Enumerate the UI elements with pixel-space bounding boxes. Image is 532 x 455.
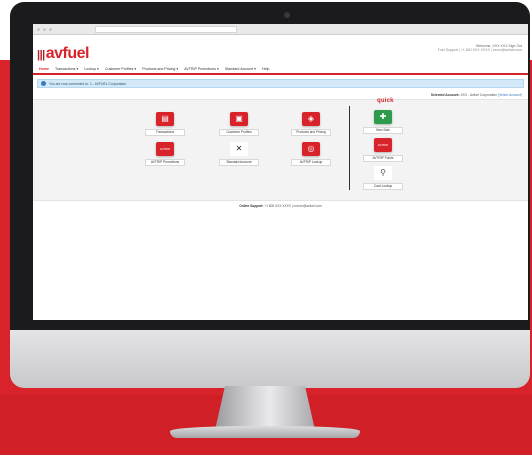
selected-account: Selected Account: XXX - Avfuel Corporati… [33,88,528,97]
nav-item-products-pricing[interactable]: Products and Pricing ▾ [142,67,178,71]
avtrip-icon: AVTRIP [156,142,174,156]
nav-item-customer-profiles[interactable]: Customer Profiles ▾ [105,67,136,71]
logo-text: avfuel [45,45,90,62]
quick-panel-title: quick [377,98,394,104]
card-lookup-icon: ⚲ [374,166,392,180]
tile-label: New Sale [363,127,403,134]
quick-divider [349,106,350,190]
header-account-info: Welcome, XXX XXX Sign Out Fuel Support |… [438,44,522,52]
main-nav: Home Transactions ▾ Lookup ▾ Customer Pr… [33,65,528,75]
avtrip-lookup-icon: ◎ [302,142,320,156]
selected-account-label: Selected Account: [430,93,460,97]
nav-item-standard-account[interactable]: Standard Account ▾ [225,67,256,71]
footer-label: Online Support: [239,204,264,208]
close-window-icon[interactable] [37,27,40,31]
address-bar[interactable] [95,25,237,33]
tile-label: AVTRIP Points [363,155,403,162]
nav-item-transactions[interactable]: Transactions ▾ [55,67,78,71]
tile-label: AVTRIP Lookup [291,159,331,166]
tile-transactions[interactable]: ▤ Transactions [145,112,185,136]
nav-item-home[interactable]: Home [39,67,49,71]
tile-label: Standard Account [219,159,259,166]
tile-label: Card Lookup [363,183,403,190]
info-icon [41,81,46,86]
avtrip-points-icon: AVTRIP [374,138,392,152]
maximize-window-icon[interactable] [49,27,52,31]
new-sale-icon: ✚ [374,110,392,124]
select-account-link[interactable]: (Select Account) [498,93,522,97]
tile-label: Customer Profiles [219,129,259,136]
tile-standard-account[interactable]: ✕ Standard Account [219,142,259,166]
quick-tile-avtrip-points[interactable]: AVTRIP AVTRIP Points [363,138,403,162]
tile-avtrip-lookup[interactable]: ◎ AVTRIP Lookup [291,142,331,166]
customer-profile-icon: ▣ [230,112,248,126]
monitor-stand [215,386,315,430]
tile-label: AVTRIP Promotions [145,159,185,166]
contact-text: Fuel Support | +1 800 XXX XXXX | xxxxx@a… [437,48,522,52]
browser-toolbar [33,24,528,35]
tile-label: Products and Pricing [291,129,331,136]
tile-label: Transactions [145,129,185,136]
quick-tile-card-lookup[interactable]: ⚲ Card Lookup [363,166,403,190]
app-header: |||avfuel Welcome, XXX XXX Sign Out Fuel… [33,35,528,65]
footer-contact: +1 800.XXX.XXXX | xxxxxx@avfuel.com [264,204,322,208]
notice-text: You are now connected to: 1 - AVFUEL Cor… [49,81,127,86]
price-tag-icon: ◈ [302,112,320,126]
nav-item-help[interactable]: Help [262,67,269,71]
camera-icon [284,12,290,18]
dashboard-tiles: ▤ Transactions ▣ Customer Profiles ◈ Pro… [33,98,528,201]
minimize-window-icon[interactable] [43,27,46,31]
tile-products-pricing[interactable]: ◈ Products and Pricing [291,112,331,136]
logo-bars-icon: ||| [37,49,45,61]
tools-icon: ✕ [230,142,248,156]
tile-avtrip-promotions[interactable]: AVTRIP AVTRIP Promotions [145,142,185,166]
screen: |||avfuel Welcome, XXX XXX Sign Out Fuel… [33,24,528,320]
connection-notice: You are now connected to: 1 - AVFUEL Cor… [37,79,524,88]
transactions-icon: ▤ [156,112,174,126]
quick-tile-new-sale[interactable]: ✚ New Sale [363,110,403,134]
monitor-stand-base [170,426,360,438]
footer: Online Support: +1 800.XXX.XXXX | xxxxxx… [33,201,528,208]
monitor-chin [10,330,530,388]
nav-item-lookup[interactable]: Lookup ▾ [84,67,99,71]
selected-account-value: XXX - Avfuel Corporation [460,93,498,97]
nav-item-avtrip-promotions[interactable]: AVTRIP Promotions ▾ [184,67,219,71]
avfuel-logo[interactable]: |||avfuel [37,45,89,63]
tile-customer-profiles[interactable]: ▣ Customer Profiles [219,112,259,136]
